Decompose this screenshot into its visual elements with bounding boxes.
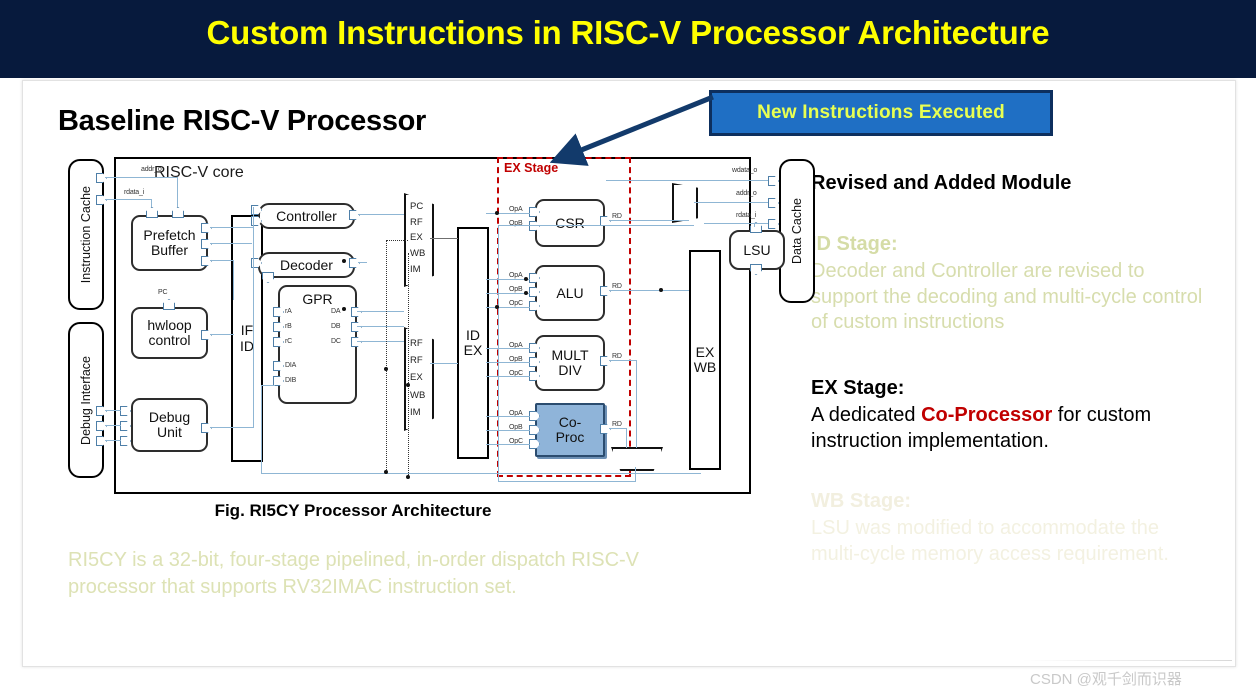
data-cache-block: Data Cache <box>779 159 815 303</box>
wb-stage-title: WB Stage: <box>811 490 911 512</box>
callout-arrow-icon <box>549 94 714 166</box>
mux-top-label-0: PC <box>410 201 424 213</box>
ex-stage-body-before: A dedicated <box>811 404 922 426</box>
debug-port-1-icon <box>96 421 107 431</box>
debug-port-2-icon <box>96 436 107 446</box>
riscy-description: RI5CY is a 32-bit, four-stage pipelined,… <box>68 549 640 598</box>
mux-top-label-2: EX <box>410 232 423 244</box>
mux-bottom-labels: RF RF EX WB IM <box>410 335 432 421</box>
lsu-label: LSU <box>743 241 771 258</box>
hwloop-control-label: hwloop control <box>147 317 192 348</box>
id-ex-label: ID EX <box>463 326 483 358</box>
gpr-rc-label: rC <box>285 338 292 345</box>
gpr-ra-label: rA <box>285 308 292 315</box>
alu-opc-label: OpC <box>509 300 523 307</box>
data-cache-label: Data Cache <box>790 197 804 264</box>
revised-added-module-heading: Revised and Added Module <box>811 172 1072 194</box>
ex-stage-body: A dedicated Co-Processor for custom inst… <box>811 403 1211 454</box>
icache-rdata-port-icon <box>96 195 107 205</box>
gpr-rb-label: rB <box>285 323 292 330</box>
debug-unit-label: Debug Unit <box>148 409 191 440</box>
ex-wb-pipeline-register: EX WB <box>689 250 721 470</box>
gpr-db-label: DB <box>331 323 341 330</box>
decoder-label: Decoder <box>280 256 333 273</box>
title-bar: Custom Instructions in RISC-V Processor … <box>0 0 1256 78</box>
coproc-rd-label: RD <box>612 421 622 428</box>
controller-label: Controller <box>276 207 337 224</box>
debug-interface-label: Debug Interface <box>79 355 93 445</box>
debug-interface-block: Debug Interface <box>68 322 104 478</box>
mux-top-label-1: RF <box>410 216 423 228</box>
new-instructions-callout[interactable]: New Instructions Executed <box>709 90 1053 136</box>
wb-stage-body: LSU was modified to accommodate the mult… <box>811 517 1169 565</box>
gpr-label: GPR <box>302 291 333 307</box>
debug-port-0-icon <box>96 406 107 416</box>
page-title: Custom Instructions in RISC-V Processor … <box>206 14 1050 51</box>
alu-label: ALU <box>556 284 584 301</box>
icache-addr-label: addr_o <box>141 166 162 173</box>
lsu-out-icon <box>750 264 762 275</box>
csr-module[interactable]: CSR <box>535 199 605 247</box>
gpr-dib-label: DIB <box>285 377 297 384</box>
mux-bottom-label-4: IM <box>410 406 421 418</box>
figure-caption: Fig. RI5CY Processor Architecture <box>214 501 492 520</box>
id-stage-body: Decoder and Controller are revised to su… <box>811 260 1203 334</box>
slide-canvas: Baseline RISC-V Processor New Instructio… <box>22 80 1236 667</box>
mux-top-label-3: WB <box>410 248 426 260</box>
watermark-divider <box>1022 660 1232 661</box>
hwloop-control-module[interactable]: hwloop control <box>131 307 208 359</box>
mux-bottom-label-1: RF <box>410 355 423 367</box>
debug-unit-module[interactable]: Debug Unit <box>131 398 208 452</box>
if-id-label: IF ID <box>240 322 254 354</box>
prefetch-buffer-module[interactable]: Prefetch Buffer <box>131 215 208 271</box>
co-proc-label: Co- Proc <box>555 414 585 445</box>
if-id-pipeline-register: IF ID <box>231 215 263 462</box>
csr-rd-label: RD <box>612 213 622 220</box>
csdn-watermark: CSDN @观千剑而识器 <box>1030 671 1182 688</box>
gpr-dia-label: DIA <box>285 362 297 369</box>
controller-module[interactable]: Controller <box>258 203 355 229</box>
dcache-addr-label: addr_o <box>736 190 757 197</box>
gpr-da-label: DA <box>331 308 341 315</box>
instruction-cache-label: Instruction Cache <box>79 185 93 284</box>
icache-rdata-label: rdata_i <box>124 189 145 196</box>
dcache-wdata-port-icon <box>768 176 779 186</box>
mux-top-labels: PC RF EX WB IM <box>410 199 432 277</box>
mult-div-module[interactable]: MULT DIV <box>535 335 605 391</box>
co-proc-module[interactable]: Co- Proc <box>535 403 605 457</box>
mux-bottom-label-0: RF <box>410 338 423 350</box>
mux-bottom-label-2: EX <box>410 372 423 384</box>
hwloop-pc-label: PC <box>158 289 168 296</box>
id-ex-pipeline-register: ID EX <box>457 227 489 459</box>
mult-rd-label: RD <box>612 353 622 360</box>
gpr-dc-label: DC <box>331 338 341 345</box>
prefetch-buffer-label: Prefetch Buffer <box>143 227 196 258</box>
ex-stage-title: EX Stage: <box>811 377 905 399</box>
dcache-addr-port-icon <box>768 198 779 208</box>
id-stage-title: ID Stage: <box>811 233 898 255</box>
dcache-rdata-label: rdata_i <box>736 212 757 219</box>
risc-v-core-label: RISC-V core <box>154 164 244 181</box>
mux-top-label-4: IM <box>410 263 421 275</box>
processor-architecture-diagram: RISC-V core Instruction Cache Debug Inte… <box>46 94 815 494</box>
alu-module[interactable]: ALU <box>535 265 605 321</box>
icache-addr-port-icon <box>96 173 107 183</box>
callout-label: New Instructions Executed <box>757 102 1005 123</box>
dcache-wdata-label: wdata_o <box>732 167 758 174</box>
mult-div-label: MULT DIV <box>551 347 589 378</box>
dcache-rdata-port-icon <box>768 219 779 229</box>
mux-bottom-label-3: WB <box>410 389 426 401</box>
csr-label: CSR <box>555 214 585 231</box>
mux-address <box>672 183 698 223</box>
co-processor-highlight: Co-Processor <box>921 404 1053 426</box>
alu-opb-label: OpB <box>509 286 523 293</box>
csr-opa-label: OpA <box>509 206 523 213</box>
alu-rd-label: RD <box>612 283 622 290</box>
alu-opa-label: OpA <box>509 272 523 279</box>
ex-wb-label: EX WB <box>693 343 717 375</box>
baseline-heading: Baseline RISC-V Processor <box>58 105 427 137</box>
